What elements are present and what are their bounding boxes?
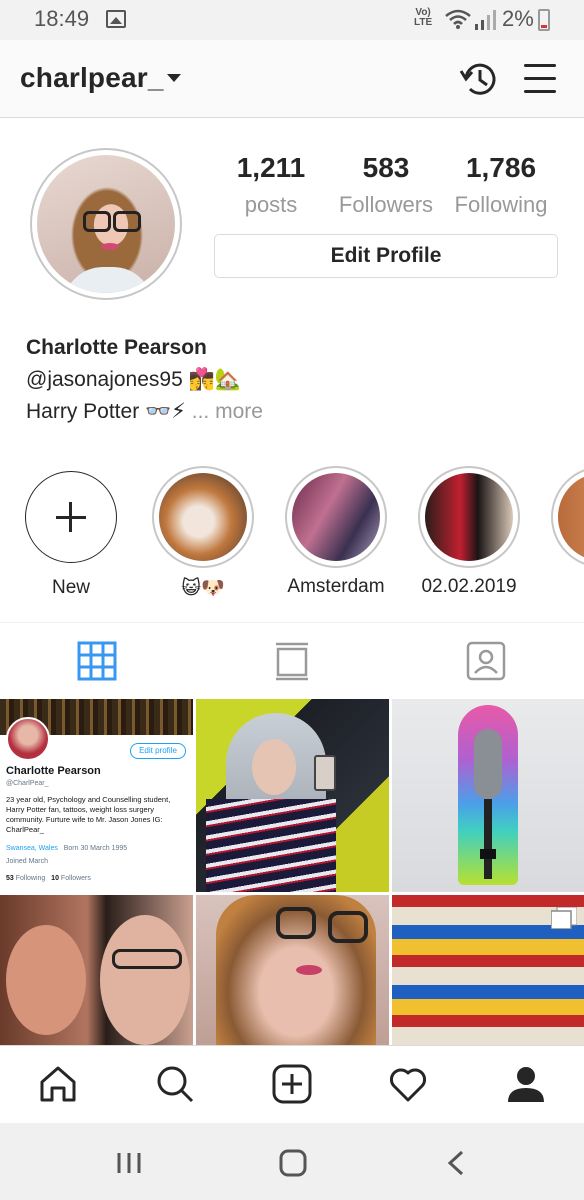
tw-following-count: 53 bbox=[6, 875, 14, 882]
tw-followers-label: Followers bbox=[60, 875, 91, 882]
back-icon[interactable] bbox=[442, 1149, 472, 1177]
tw-follow-counts: 53 Following 10 Followers bbox=[6, 875, 91, 882]
carousel-icon bbox=[551, 907, 577, 929]
android-nav-bar bbox=[0, 1123, 584, 1200]
bio-mention[interactable]: @jasonajones95 👩‍❤️‍💋‍👨🏡 bbox=[26, 368, 241, 392]
home-button-icon[interactable] bbox=[278, 1149, 308, 1177]
highlight-label: 02.02.2019 bbox=[421, 576, 517, 597]
battery-icon bbox=[538, 9, 550, 31]
full-name: Charlotte Pearson bbox=[26, 336, 207, 359]
following-label: Following bbox=[454, 192, 548, 217]
followers-count: 583 bbox=[362, 152, 410, 183]
bio-text: Harry Potter 👓⚡ ... more bbox=[26, 399, 263, 424]
post-thumbnail[interactable] bbox=[196, 699, 389, 892]
home-icon[interactable] bbox=[38, 1064, 78, 1104]
status-bar: 18:49 Vo) LTE 2% bbox=[0, 0, 584, 40]
tw-location-row: Swansea, Wales Born 30 March 1995 bbox=[6, 845, 127, 852]
status-time: 18:49 bbox=[34, 6, 90, 31]
plus-icon bbox=[56, 502, 86, 532]
followers-label: Followers bbox=[338, 192, 434, 217]
grid-icon[interactable] bbox=[77, 641, 117, 681]
profile-avatar[interactable] bbox=[30, 148, 182, 300]
tw-followers-count: 10 bbox=[51, 875, 59, 882]
highlight-label: Amsterdam bbox=[287, 576, 385, 597]
bio-line-text: Harry Potter 👓⚡ bbox=[26, 400, 186, 423]
search-icon[interactable] bbox=[155, 1064, 195, 1104]
post-thumbnail[interactable] bbox=[392, 895, 584, 1045]
posts-grid: Edit profile Charlotte Pearson @CharlPea… bbox=[0, 699, 584, 1045]
post-thumbnail[interactable] bbox=[196, 895, 389, 1045]
highlight-label: New bbox=[51, 577, 90, 598]
tagged-icon[interactable] bbox=[466, 641, 506, 681]
bio-more-link[interactable]: ... more bbox=[192, 400, 263, 423]
bottom-nav bbox=[0, 1045, 584, 1123]
highlight-amsterdam[interactable]: Amsterdam bbox=[285, 466, 387, 598]
history-icon[interactable] bbox=[458, 58, 500, 100]
avatar-image bbox=[37, 155, 175, 293]
post-thumbnail[interactable] bbox=[392, 699, 584, 892]
following-stat[interactable]: 1,786 Following bbox=[448, 152, 554, 218]
add-post-icon[interactable] bbox=[272, 1064, 312, 1104]
highlight-new[interactable]: New bbox=[20, 466, 122, 599]
highlight-label: 😺🐶 bbox=[181, 578, 225, 599]
image-icon bbox=[106, 10, 126, 28]
tw-born: Born 30 March 1995 bbox=[63, 845, 128, 852]
posts-count: 1,211 bbox=[236, 152, 306, 183]
highlight-date[interactable]: 02.02.2019 bbox=[418, 466, 520, 598]
tw-location: Swansea, Wales bbox=[6, 845, 58, 852]
following-count: 1,786 bbox=[465, 152, 537, 183]
profile-header: charlpear_ bbox=[0, 40, 584, 118]
edit-profile-button[interactable]: Edit Profile bbox=[214, 234, 558, 278]
followers-stat[interactable]: 583 Followers bbox=[332, 152, 440, 218]
profile-tabs bbox=[0, 622, 584, 698]
signal-icon bbox=[475, 10, 496, 30]
posts-label: posts bbox=[244, 192, 298, 217]
profile-icon[interactable] bbox=[506, 1064, 546, 1104]
tw-bio: 23 year old, Psychology and Counselling … bbox=[6, 795, 171, 834]
tw-handle: @CharlPear_ bbox=[6, 780, 49, 787]
highlight-partial[interactable]: F bbox=[551, 466, 584, 598]
chevron-down-icon[interactable] bbox=[167, 74, 181, 82]
post-thumbnail[interactable]: Edit profile Charlotte Pearson @CharlPea… bbox=[0, 699, 193, 892]
recent-apps-icon[interactable] bbox=[115, 1149, 145, 1177]
heart-icon[interactable] bbox=[388, 1064, 428, 1104]
posts-stat[interactable]: 1,211 posts bbox=[218, 152, 324, 218]
highlight-pets[interactable]: 😺🐶 bbox=[152, 466, 254, 600]
feed-icon[interactable] bbox=[272, 641, 312, 681]
volte-indicator: Vo) LTE bbox=[414, 7, 433, 28]
tw-edit-profile: Edit profile bbox=[130, 743, 186, 759]
post-thumbnail[interactable] bbox=[0, 895, 193, 1045]
highlight-label: F bbox=[551, 576, 584, 598]
tw-joined: Joined March bbox=[6, 858, 49, 865]
tw-following-label: Following bbox=[15, 875, 46, 882]
new-highlight-button[interactable] bbox=[25, 471, 117, 563]
username-switcher[interactable]: charlpear_ bbox=[20, 62, 164, 94]
wifi-icon bbox=[445, 9, 471, 29]
menu-icon[interactable] bbox=[522, 62, 558, 96]
tw-name: Charlotte Pearson bbox=[6, 765, 101, 777]
battery-percent: 2% bbox=[502, 6, 534, 31]
